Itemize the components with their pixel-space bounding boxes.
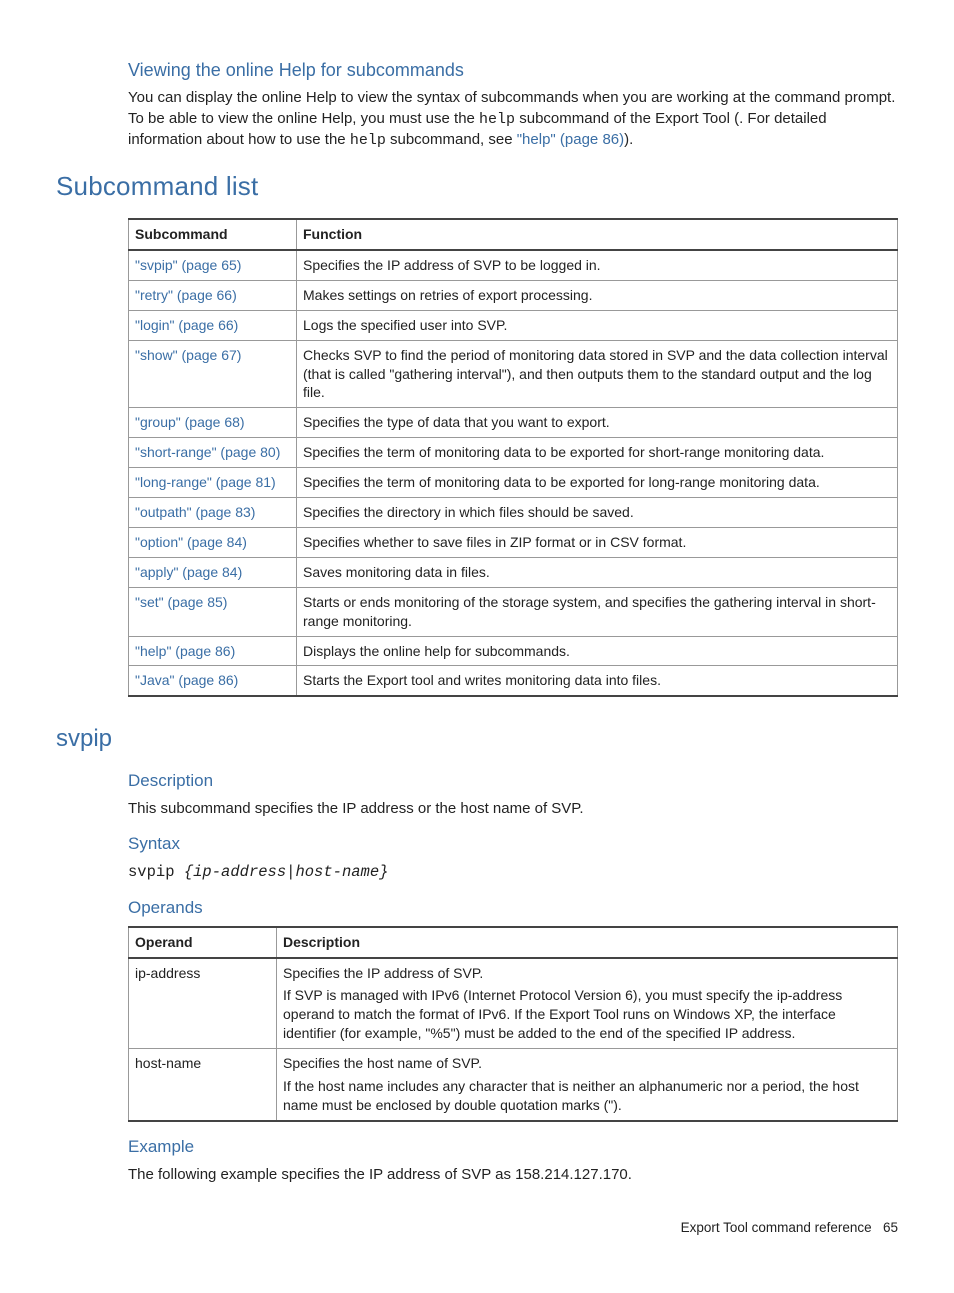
table-row: "help" (page 86) Displays the online help… (129, 636, 898, 666)
heading-description: Description (128, 770, 898, 793)
table-row: "apply" (page 84) Saves monitoring data i… (129, 557, 898, 587)
table-row: "group" (page 68) Specifies the type of d… (129, 408, 898, 438)
heading-operands: Operands (128, 897, 898, 920)
subcommand-link[interactable]: "option" (page 84) (135, 534, 247, 550)
text-seg: ). (624, 131, 633, 148)
subcommand-link[interactable]: "set" (page 85) (135, 594, 227, 610)
heading-subcommand-list: Subcommand list (56, 169, 898, 204)
heading-example: Example (128, 1136, 898, 1159)
table-row: "set" (page 85) Starts or ends monitoring… (129, 587, 898, 636)
function-cell: Specifies the term of monitoring data to… (297, 438, 898, 468)
syntax-args: {ip-address|host-name} (184, 863, 389, 881)
table-row: "long-range" (page 81) Specifies the term… (129, 468, 898, 498)
operands-table: Operand Description ip-addressSpecifies … (128, 926, 898, 1122)
function-cell: Specifies the IP address of SVP to be lo… (297, 250, 898, 280)
page-footer: Export Tool command reference 65 (56, 1219, 898, 1237)
operand-name: host-name (129, 1049, 277, 1121)
function-cell: Starts or ends monitoring of the storage… (297, 587, 898, 636)
heading-syntax: Syntax (128, 833, 898, 856)
table-row: "outpath" (page 83) Specifies the directo… (129, 498, 898, 528)
table-row: "login" (page 66) Logs the specified user… (129, 310, 898, 340)
subcommand-link[interactable]: "group" (page 68) (135, 414, 245, 430)
function-cell: Saves monitoring data in files. (297, 557, 898, 587)
function-cell: Specifies the type of data that you want… (297, 408, 898, 438)
th-function: Function (297, 219, 898, 250)
text-seg: subcommand, see (386, 131, 517, 148)
para-example: The following example specifies the IP a… (128, 1165, 898, 1185)
subcommand-link[interactable]: "short-range" (page 80) (135, 444, 280, 460)
subcommand-link[interactable]: "help" (page 86) (135, 643, 235, 659)
subcommand-link[interactable]: "long-range" (page 81) (135, 474, 276, 490)
subcommand-link[interactable]: "apply" (page 84) (135, 564, 242, 580)
function-cell: Specifies the directory in which files s… (297, 498, 898, 528)
table-row: "Java" (page 86) Starts the Export tool a… (129, 666, 898, 696)
code-help-2: help (350, 132, 386, 149)
th-op-description: Description (277, 927, 898, 958)
operand-desc: Specifies the IP address of SVP.If SVP i… (277, 958, 898, 1049)
subcommand-link[interactable]: "show" (page 67) (135, 347, 241, 363)
subcommand-link[interactable]: "outpath" (page 83) (135, 504, 255, 520)
footer-text: Export Tool command reference (681, 1220, 872, 1235)
function-cell: Checks SVP to find the period of monitor… (297, 340, 898, 408)
th-operand: Operand (129, 927, 277, 958)
table-row: "svpip" (page 65) Specifies the IP addres… (129, 250, 898, 280)
table-row: "option" (page 84) Specifies whether to s… (129, 527, 898, 557)
code-help-1: help (479, 111, 515, 128)
function-cell: Makes settings on retries of export proc… (297, 280, 898, 310)
table-row: host-nameSpecifies the host name of SVP.… (129, 1049, 898, 1121)
table-row: "show" (page 67) Checks SVP to find the p… (129, 340, 898, 408)
table-row: "retry" (page 66) Makes settings on retri… (129, 280, 898, 310)
subcommand-table: Subcommand Function "svpip" (page 65) Spe… (128, 218, 898, 697)
heading-viewing-help: Viewing the online Help for subcommands (128, 58, 898, 82)
subcommand-link[interactable]: "login" (page 66) (135, 317, 238, 333)
link-help-page-86[interactable]: "help" (page 86) (517, 131, 624, 148)
subcommand-link[interactable]: "Java" (page 86) (135, 672, 238, 688)
operand-name: ip-address (129, 958, 277, 1049)
function-cell: Logs the specified user into SVP. (297, 310, 898, 340)
para-description: This subcommand specifies the IP address… (128, 799, 898, 819)
th-subcommand: Subcommand (129, 219, 297, 250)
footer-page: 65 (883, 1220, 898, 1235)
syntax-line: svpip {ip-address|host-name} (128, 862, 898, 883)
table-row: "short-range" (page 80) Specifies the ter… (129, 438, 898, 468)
table-row: ip-addressSpecifies the IP address of SV… (129, 958, 898, 1049)
function-cell: Displays the online help for subcommands… (297, 636, 898, 666)
function-cell: Specifies whether to save files in ZIP f… (297, 527, 898, 557)
para-viewing-help: You can display the online Help to view … (128, 88, 898, 151)
heading-svpip: svpip (56, 723, 898, 755)
subcommand-link[interactable]: "retry" (page 66) (135, 287, 237, 303)
function-cell: Specifies the term of monitoring data to… (297, 468, 898, 498)
function-cell: Starts the Export tool and writes monito… (297, 666, 898, 696)
operand-desc: Specifies the host name of SVP.If the ho… (277, 1049, 898, 1121)
syntax-cmd: svpip (128, 863, 175, 881)
subcommand-link[interactable]: "svpip" (page 65) (135, 257, 241, 273)
